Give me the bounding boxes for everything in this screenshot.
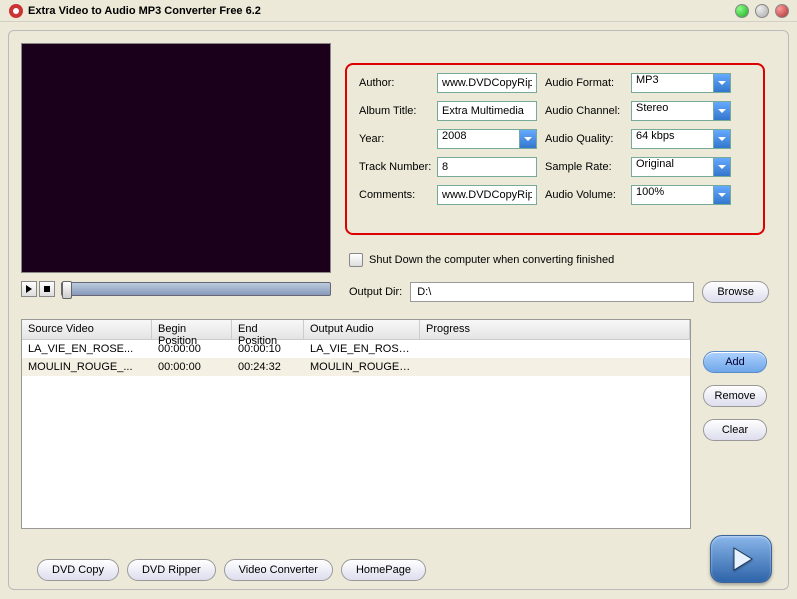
table-header: Source Video Begin Position End Position…: [22, 320, 690, 340]
th-progress[interactable]: Progress: [420, 320, 690, 339]
seek-thumb[interactable]: [62, 281, 72, 299]
sample-label: Sample Rate:: [545, 161, 623, 173]
format-label: Audio Format:: [545, 77, 623, 89]
bottom-links: DVD Copy DVD Ripper Video Converter Home…: [37, 559, 426, 581]
comments-label: Comments:: [359, 189, 429, 201]
author-label: Author:: [359, 77, 429, 89]
output-label: Output Dir:: [349, 286, 402, 298]
dvd-ripper-button[interactable]: DVD Ripper: [127, 559, 216, 581]
sample-select[interactable]: Original: [631, 157, 731, 177]
playback-controls: [21, 279, 331, 299]
table-row[interactable]: MOULIN_ROUGE_... 00:00:00 00:24:32 MOULI…: [22, 358, 690, 376]
track-label: Track Number:: [359, 161, 429, 173]
comments-field[interactable]: [437, 185, 537, 205]
clear-button[interactable]: Clear: [703, 419, 767, 441]
minimize-button[interactable]: [735, 4, 749, 18]
volume-select[interactable]: 100%: [631, 185, 731, 205]
video-preview: [21, 43, 331, 273]
titlebar: Extra Video to Audio MP3 Converter Free …: [0, 0, 797, 22]
channel-select[interactable]: Stereo: [631, 101, 731, 121]
shutdown-label: Shut Down the computer when converting f…: [369, 254, 614, 266]
th-end[interactable]: End Position: [232, 320, 304, 339]
th-begin[interactable]: Begin Position: [152, 320, 232, 339]
remove-button[interactable]: Remove: [703, 385, 767, 407]
output-field[interactable]: D:\: [410, 282, 694, 302]
channel-label: Audio Channel:: [545, 105, 623, 117]
th-source[interactable]: Source Video: [22, 320, 152, 339]
quality-label: Audio Quality:: [545, 133, 623, 145]
side-buttons: Add Remove Clear: [703, 351, 767, 441]
shutdown-row: Shut Down the computer when converting f…: [349, 253, 614, 267]
track-field[interactable]: [437, 157, 537, 177]
author-field[interactable]: [437, 73, 537, 93]
homepage-button[interactable]: HomePage: [341, 559, 426, 581]
file-table: Source Video Begin Position End Position…: [21, 319, 691, 529]
album-field[interactable]: [437, 101, 537, 121]
metadata-panel: Author: Audio Format: MP3 Album Title: A…: [345, 63, 765, 235]
table-row[interactable]: LA_VIE_EN_ROSE... 00:00:00 00:00:10 LA_V…: [22, 340, 690, 358]
maximize-button[interactable]: [755, 4, 769, 18]
window-controls: [735, 4, 789, 18]
year-select[interactable]: 2008: [437, 129, 537, 149]
volume-label: Audio Volume:: [545, 189, 623, 201]
dvd-copy-button[interactable]: DVD Copy: [37, 559, 119, 581]
app-icon: [8, 3, 24, 19]
quality-select[interactable]: 64 kbps: [631, 129, 731, 149]
play-button[interactable]: [21, 281, 37, 297]
stop-button[interactable]: [39, 281, 55, 297]
video-converter-button[interactable]: Video Converter: [224, 559, 333, 581]
close-button[interactable]: [775, 4, 789, 18]
add-button[interactable]: Add: [703, 351, 767, 373]
year-label: Year:: [359, 133, 429, 145]
shutdown-checkbox[interactable]: [349, 253, 363, 267]
format-select[interactable]: MP3: [631, 73, 731, 93]
seek-slider[interactable]: [61, 282, 331, 296]
th-output[interactable]: Output Audio: [304, 320, 420, 339]
output-row: Output Dir: D:\ Browse: [349, 281, 769, 303]
main-frame: Author: Audio Format: MP3 Album Title: A…: [8, 30, 789, 590]
album-label: Album Title:: [359, 105, 429, 117]
window-title: Extra Video to Audio MP3 Converter Free …: [28, 5, 735, 17]
play-icon: [726, 544, 756, 574]
convert-button[interactable]: [710, 535, 772, 583]
browse-button[interactable]: Browse: [702, 281, 769, 303]
